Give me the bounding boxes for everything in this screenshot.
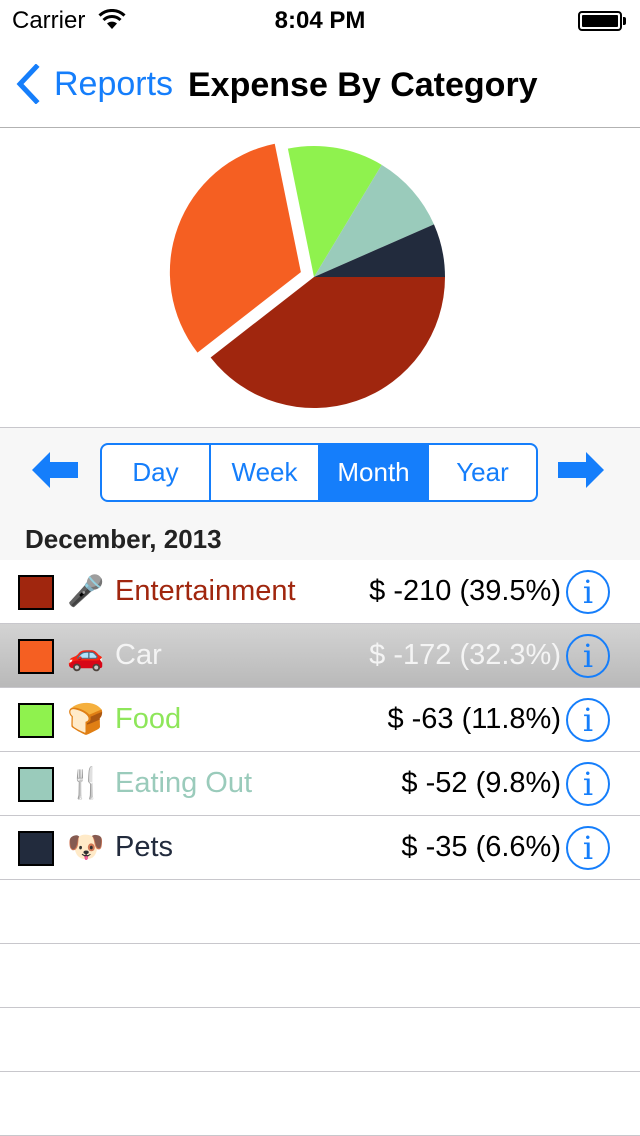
page-title: Expense By Category (188, 66, 538, 104)
color-swatch (18, 767, 54, 802)
category-list: 🎤 Entertainment $ -210 (39.5%) i 🚗 Car $… (0, 560, 640, 1136)
category-row-food[interactable]: 🍞 Food $ -63 (11.8%) i (0, 688, 640, 752)
dog-icon: 🐶 (67, 831, 105, 864)
category-row-entertainment[interactable]: 🎤 Entertainment $ -210 (39.5%) i (0, 560, 640, 624)
back-label: Reports (54, 64, 174, 103)
back-button[interactable]: Reports (14, 62, 173, 106)
segment-day[interactable]: Day (102, 445, 209, 500)
info-button[interactable]: i (566, 570, 610, 614)
category-row-car[interactable]: 🚗 Car $ -172 (32.3%) i (0, 624, 640, 688)
microphone-icon: 🎤 (67, 575, 105, 608)
empty-row (0, 1008, 640, 1072)
category-amount: $ -172 (32.3%) (369, 639, 561, 671)
period-controls: Day Week Month Year December, 2013 (0, 427, 640, 560)
category-name: Entertainment (115, 575, 296, 607)
color-swatch (18, 575, 54, 610)
battery-full-icon (578, 11, 626, 31)
category-name: Food (115, 703, 182, 735)
arrow-right-icon[interactable] (556, 448, 608, 492)
category-amount: $ -210 (39.5%) (369, 575, 561, 607)
arrow-left-icon[interactable] (28, 448, 80, 492)
status-bar: Carrier 8:04 PM (0, 0, 640, 40)
section-header-date: December, 2013 (25, 524, 222, 554)
color-swatch (18, 703, 54, 738)
segment-week[interactable]: Week (209, 445, 318, 500)
period-segmented-control: Day Week Month Year (100, 443, 538, 502)
category-row-eating-out[interactable]: 🍴 Eating Out $ -52 (9.8%) i (0, 752, 640, 816)
color-swatch (18, 831, 54, 866)
bread-icon: 🍞 (67, 703, 105, 736)
clock: 8:04 PM (274, 7, 366, 34)
car-icon: 🚗 (67, 639, 105, 672)
empty-row (0, 880, 640, 944)
category-name: Eating Out (115, 767, 253, 799)
segment-month[interactable]: Month (318, 445, 427, 500)
pie-chart (169, 143, 445, 409)
empty-row (0, 944, 640, 1008)
category-amount: $ -63 (11.8%) (387, 703, 561, 735)
category-name: Car (115, 639, 162, 671)
info-button[interactable]: i (566, 762, 610, 806)
segment-year[interactable]: Year (427, 445, 536, 500)
color-swatch (18, 639, 54, 674)
category-name: Pets (115, 831, 174, 863)
category-amount: $ -52 (9.8%) (401, 767, 561, 799)
navigation-bar: Reports Expense By Category (0, 40, 640, 128)
info-button[interactable]: i (566, 634, 610, 678)
fork-knife-icon: 🍴 (67, 767, 105, 800)
info-button[interactable]: i (566, 826, 610, 870)
empty-row (0, 1072, 640, 1136)
info-button[interactable]: i (566, 698, 610, 742)
chevron-left-icon (16, 64, 40, 104)
chart-area (0, 129, 640, 427)
category-amount: $ -35 (6.6%) (401, 831, 561, 863)
category-row-pets[interactable]: 🐶 Pets $ -35 (6.6%) i (0, 816, 640, 880)
